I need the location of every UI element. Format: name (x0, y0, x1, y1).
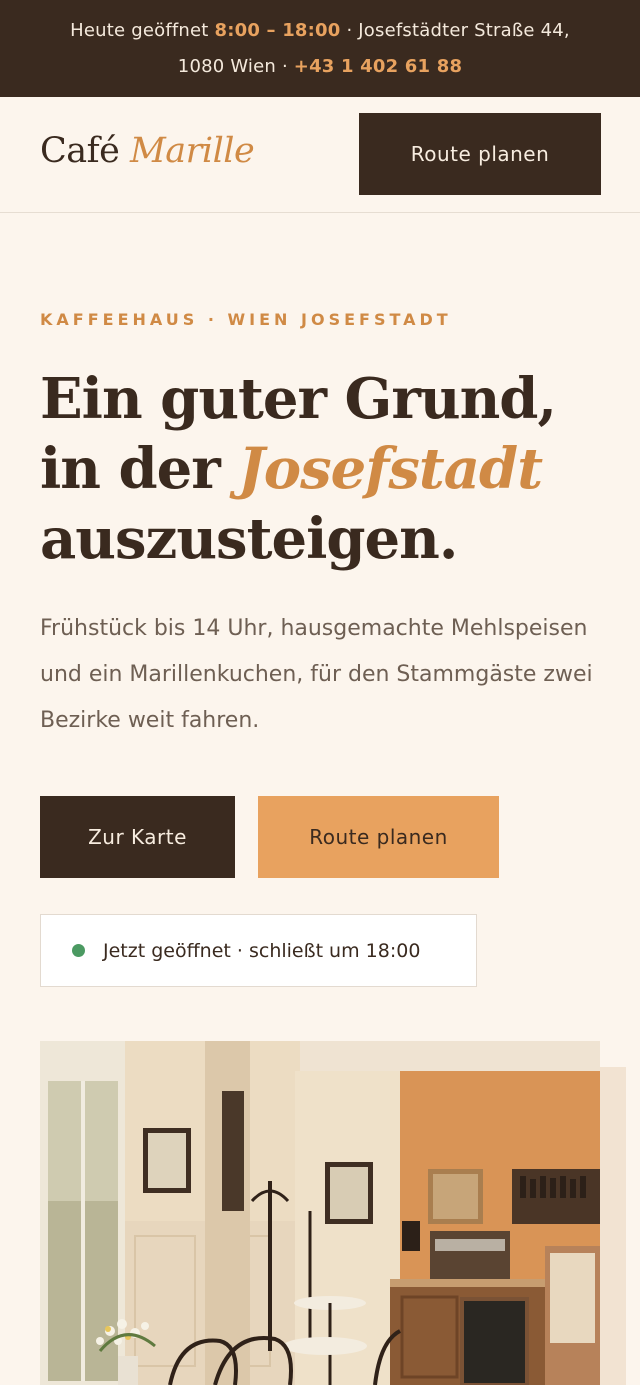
headline-part-2: auszusteigen. (40, 506, 458, 572)
headline-accent: Josefstadt (238, 436, 543, 502)
info-bar-line-1: Heute geöffnet 8:00 – 18:00 · Josefstädt… (0, 13, 640, 49)
logo-main: Café (40, 131, 120, 171)
address-line-1: Josefstädter Straße 44, (358, 20, 570, 41)
address-line-2: 1080 Wien (177, 56, 277, 77)
phone-link[interactable]: +43 1 402 61 88 (294, 56, 462, 77)
status-dot-icon (72, 944, 85, 957)
site-header: Café Marille Route planen (0, 97, 640, 213)
opening-hours: 8:00 – 18:00 (214, 20, 341, 41)
photo-backdrop (600, 1067, 626, 1385)
status-text: Jetzt geöffnet · schließt um 18:00 (103, 939, 421, 962)
open-label: Heute geöffnet (70, 20, 209, 41)
header-route-button[interactable]: Route planen (359, 113, 601, 195)
separator: · (346, 20, 353, 41)
cafe-interior-photo (40, 1041, 600, 1385)
hero-lede: Frühstück bis 14 Uhr, hausgemachte Mehls… (40, 616, 593, 733)
separator: · (281, 56, 288, 77)
route-button[interactable]: Route planen (258, 796, 499, 878)
logo-accent: Marille (129, 131, 255, 171)
info-bar: Heute geöffnet 8:00 – 18:00 · Josefstädt… (0, 0, 640, 97)
hero-eyebrow: KAFFEEHAUS · WIEN JOSEFSTADT (40, 310, 452, 329)
hero-headline: Ein guter Grund, in der Josefstadt auszu… (40, 364, 620, 574)
menu-button[interactable]: Zur Karte (40, 796, 235, 878)
open-status-badge: Jetzt geöffnet · schließt um 18:00 (40, 914, 477, 987)
logo[interactable]: Café Marille (40, 131, 255, 171)
cafe-interior-illustration (40, 1041, 600, 1385)
info-bar-line-2: 1080 Wien · +43 1 402 61 88 (0, 49, 640, 85)
